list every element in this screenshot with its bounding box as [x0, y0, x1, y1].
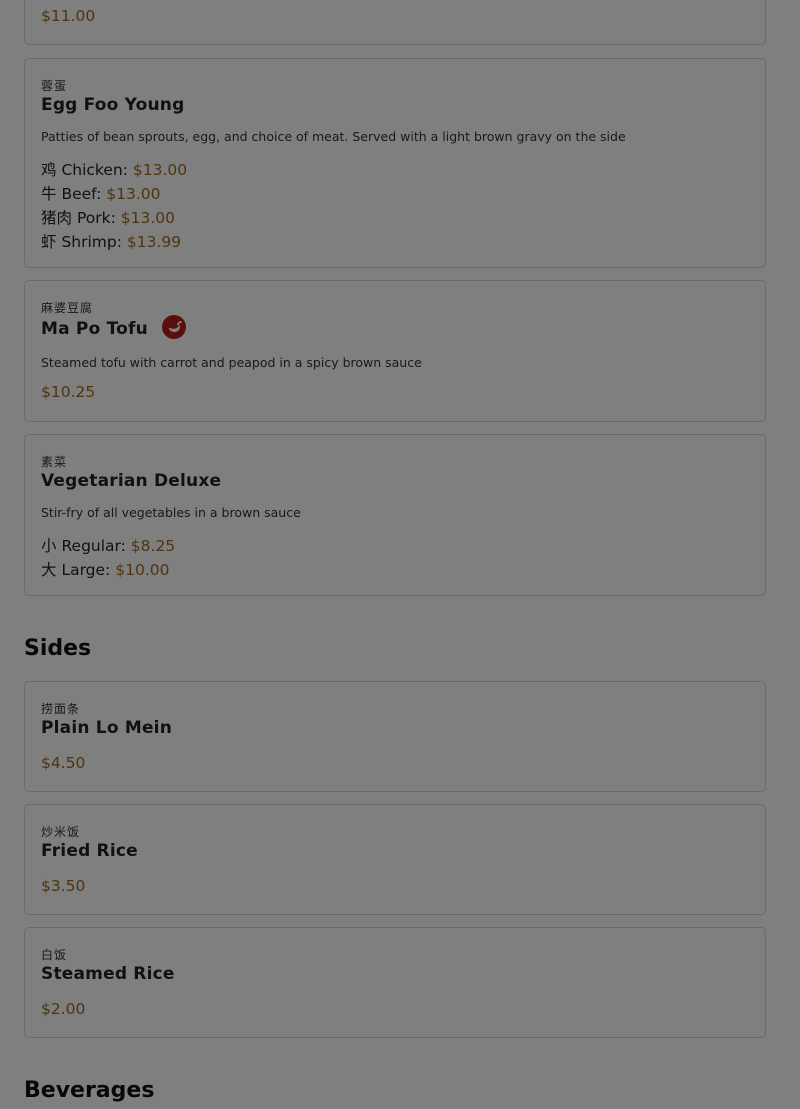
- option-price: $13.00: [132, 161, 188, 179]
- item-price: $11.00: [41, 7, 96, 25]
- item-description: Steamed tofu with carrot and peapod in a…: [41, 355, 422, 370]
- menu-item-card[interactable]: 捞面条 Plain Lo Mein $4.50: [24, 681, 766, 792]
- item-chinese-name: 白饭: [41, 948, 68, 962]
- chili-pepper-icon: [162, 315, 187, 339]
- item-name-row: Ma Po Tofu: [41, 315, 187, 341]
- price-option: 虾 Shrimp: $13.99: [41, 230, 181, 252]
- item-chinese-name: 麻婆豆腐: [41, 301, 94, 315]
- item-name: Fried Rice: [41, 841, 138, 861]
- item-name: Vegetarian Deluxe: [41, 471, 222, 491]
- option-label: Large:: [61, 561, 111, 579]
- option-label: Beef:: [61, 185, 102, 203]
- option-label: Chicken:: [61, 161, 128, 179]
- item-price: $10.25: [41, 383, 96, 401]
- price-option: 大 Large: $10.00: [41, 558, 169, 580]
- option-bullet: 大: [41, 561, 57, 579]
- option-bullet: 虾: [41, 233, 57, 251]
- item-name: Ma Po Tofu: [41, 319, 148, 339]
- section-title-sides: Sides: [24, 636, 92, 661]
- item-chinese-name: 蓉蛋: [41, 79, 68, 93]
- option-label: Regular:: [61, 537, 126, 555]
- option-price: $13.99: [126, 233, 182, 251]
- option-bullet: 猪肉: [41, 209, 73, 227]
- option-price: $13.00: [106, 185, 161, 203]
- menu-item-card[interactable]: 素菜 Vegetarian Deluxe Stir-fry of all veg…: [24, 434, 766, 596]
- menu-page: $11.00 蓉蛋 Egg Foo Young Patties of bean …: [0, 0, 800, 1109]
- menu-item-card[interactable]: 白饭 Steamed Rice $2.00: [24, 927, 766, 1038]
- item-chinese-name: 素菜: [41, 455, 68, 469]
- item-name: Steamed Rice: [41, 964, 175, 984]
- section-title-beverages: Beverages: [24, 1078, 155, 1103]
- item-chinese-name: 捞面条: [41, 702, 81, 716]
- option-label: Shrimp:: [61, 233, 122, 251]
- item-name: Egg Foo Young: [41, 95, 185, 115]
- option-bullet: 鸡: [41, 161, 57, 179]
- item-chinese-name: 炒米饭: [41, 825, 81, 839]
- menu-item-card[interactable]: $11.00: [24, 0, 766, 45]
- item-price: $3.50: [41, 877, 86, 895]
- item-description: Stir-fry of all vegetables in a brown sa…: [41, 505, 301, 520]
- item-description: Patties of bean sprouts, egg, and choice…: [41, 129, 626, 144]
- option-price: $10.00: [115, 561, 170, 579]
- item-price: $2.00: [41, 1000, 86, 1018]
- price-option: 牛 Beef: $13.00: [41, 182, 160, 204]
- menu-item-card[interactable]: 炒米饭 Fried Rice $3.50: [24, 804, 766, 915]
- option-label: Pork:: [76, 209, 116, 227]
- item-name: Plain Lo Mein: [41, 718, 173, 738]
- item-price: $4.50: [41, 754, 86, 772]
- option-price: $8.25: [130, 537, 176, 555]
- menu-item-card[interactable]: 蓉蛋 Egg Foo Young Patties of bean sprouts…: [24, 58, 766, 268]
- option-price: $13.00: [120, 209, 175, 227]
- option-bullet: 牛: [41, 185, 57, 203]
- price-option: 小 Regular: $8.25: [41, 534, 175, 556]
- price-option: 猪肉 Pork: $13.00: [41, 206, 175, 228]
- option-bullet: 小: [41, 537, 57, 555]
- menu-item-card[interactable]: 麻婆豆腐 Ma Po Tofu Steamed tofu with carrot…: [24, 280, 766, 422]
- price-option: 鸡 Chicken: $13.00: [41, 158, 187, 180]
